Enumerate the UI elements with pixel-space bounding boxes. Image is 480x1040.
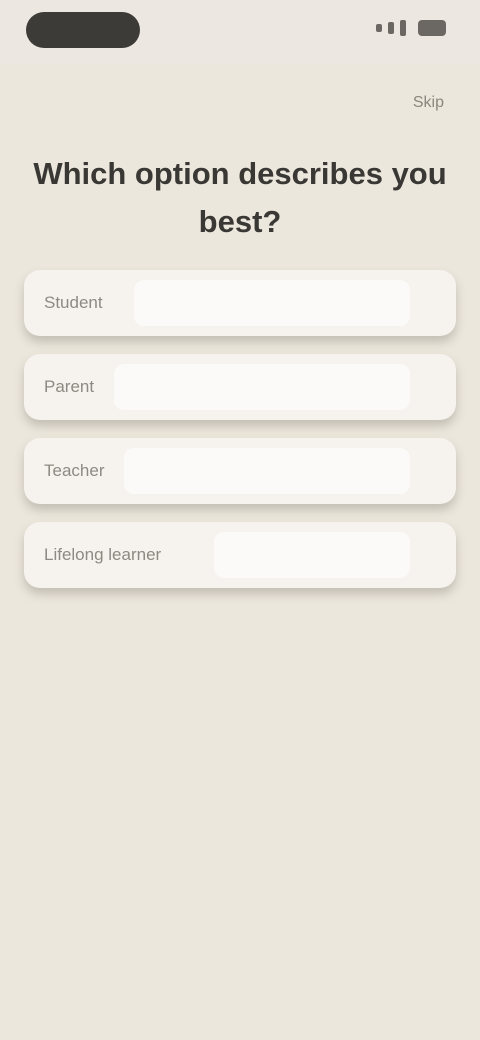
status-icons: [376, 20, 446, 36]
option-highlight: [114, 364, 410, 410]
time-pill: [26, 12, 140, 48]
options-list: Student Parent Teacher Lifelong learner: [24, 270, 456, 606]
battery-icon: [418, 20, 446, 36]
option-parent[interactable]: Parent: [24, 354, 456, 420]
question-title: Which option describes you best?: [33, 156, 447, 239]
option-lifelong-learner[interactable]: Lifelong learner: [24, 522, 456, 588]
option-highlight: [124, 448, 410, 494]
option-label: Teacher: [44, 461, 105, 480]
option-highlight: [214, 532, 410, 578]
option-student[interactable]: Student: [24, 270, 456, 336]
wifi-icon: [400, 20, 406, 36]
option-highlight: [134, 280, 410, 326]
signal-icon: [376, 24, 382, 32]
option-label: Parent: [44, 377, 95, 396]
option-label: Lifelong learner: [44, 545, 162, 564]
option-label: Student: [44, 293, 103, 312]
signal-icon: [388, 22, 394, 34]
status-bar: [0, 0, 480, 64]
skip-button[interactable]: Skip: [413, 94, 444, 112]
option-teacher[interactable]: Teacher: [24, 438, 456, 504]
